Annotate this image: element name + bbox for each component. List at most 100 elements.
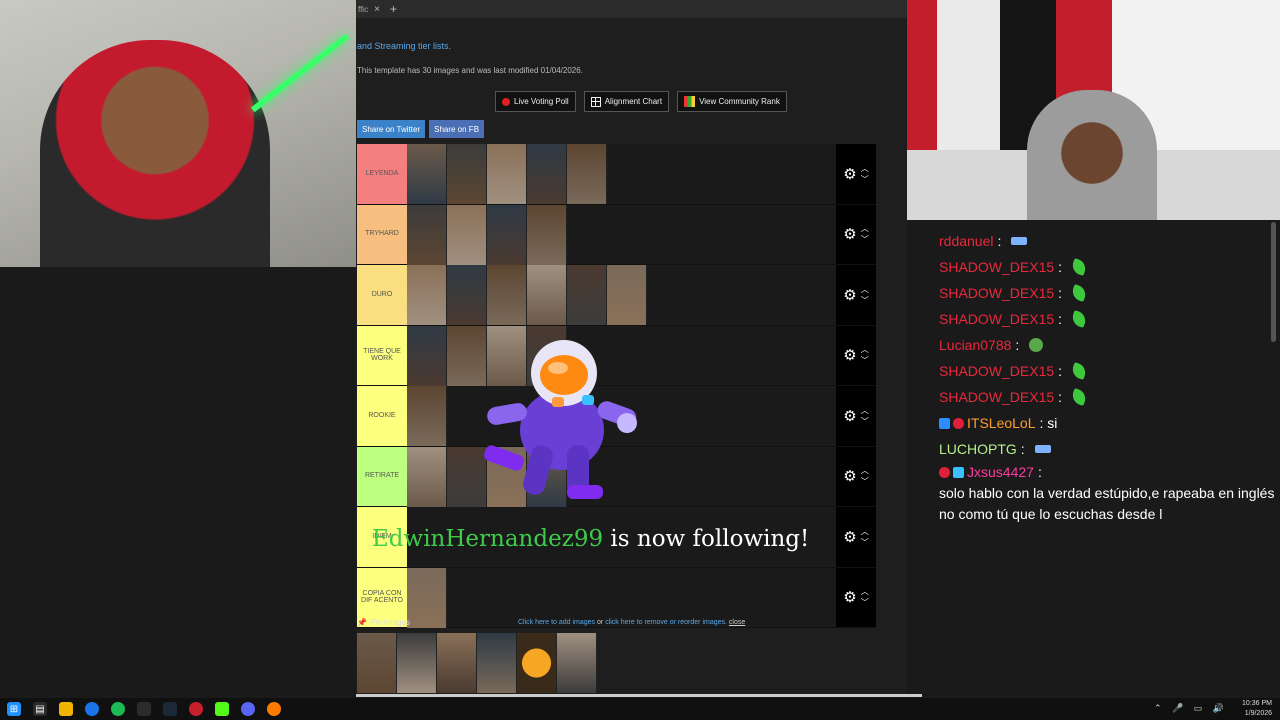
move-down-icon[interactable]: ﹀ xyxy=(861,416,869,427)
move-down-icon[interactable]: ﹀ xyxy=(861,295,869,306)
gear-icon[interactable]: ⚙ xyxy=(843,528,856,546)
share-twitter-button[interactable]: Share on Twitter xyxy=(357,120,426,138)
tier-image[interactable] xyxy=(487,265,527,325)
browser-tab[interactable]: ffic × xyxy=(358,4,380,15)
system-tray-icons[interactable]: ⌃ 🎤 ▭ 🔊 xyxy=(1154,703,1228,714)
start-icon[interactable]: ⊞ xyxy=(7,702,21,716)
pool-image[interactable] xyxy=(437,633,477,693)
steam-icon[interactable] xyxy=(163,702,177,716)
move-up-icon[interactable]: ︿ xyxy=(861,526,869,537)
move-up-icon[interactable]: ︿ xyxy=(861,405,869,416)
pool-image[interactable] xyxy=(397,633,437,693)
move-up-icon[interactable]: ︿ xyxy=(861,223,869,234)
pool-image[interactable] xyxy=(357,633,397,693)
gear-icon[interactable]: ⚙ xyxy=(843,225,856,243)
tier-image[interactable] xyxy=(447,144,487,204)
tab-close-icon[interactable]: × xyxy=(374,4,380,15)
tier-image[interactable] xyxy=(527,204,567,265)
tier-label[interactable]: ROOKIE xyxy=(357,386,407,446)
alert-message: is now following! xyxy=(610,526,810,552)
file-explorer-icon[interactable] xyxy=(59,702,73,716)
pool-image[interactable] xyxy=(477,633,517,693)
chat-scrollbar[interactable] xyxy=(1271,222,1276,342)
chat-username[interactable]: SHADOW_DEX15 xyxy=(939,285,1054,301)
tier-image[interactable] xyxy=(407,446,447,507)
tier-image[interactable] xyxy=(447,204,487,265)
chrome-icon[interactable] xyxy=(85,702,99,716)
tier-row: DURO ⚙ ︿ ﹀ xyxy=(357,265,876,326)
tier-label[interactable]: RETIRATE xyxy=(357,446,407,506)
move-down-icon[interactable]: ﹀ xyxy=(861,537,869,548)
pen-icon[interactable] xyxy=(137,702,151,716)
share-fb-button[interactable]: Share on FB xyxy=(429,120,485,138)
live-voting-poll-button[interactable]: Live Voting Poll xyxy=(495,91,576,112)
kick-icon[interactable] xyxy=(215,702,229,716)
pool-image[interactable] xyxy=(557,633,597,693)
horizontal-scrollbar[interactable] xyxy=(356,694,922,697)
move-up-icon[interactable]: ︿ xyxy=(861,163,869,174)
move-up-icon[interactable]: ︿ xyxy=(861,465,869,476)
tier-image[interactable] xyxy=(447,265,487,325)
tier-label[interactable]: TRYHARD xyxy=(357,204,407,264)
streaming-tier-link[interactable]: and Streaming tier lists. xyxy=(357,41,451,51)
move-down-icon[interactable]: ﹀ xyxy=(861,174,869,185)
obs-icon[interactable] xyxy=(189,702,203,716)
clock[interactable]: 10:36 PM 1/9/2026 xyxy=(1242,699,1272,719)
pin-images-toggle[interactable]: 📌 Pin Images xyxy=(357,618,410,627)
tier-image[interactable] xyxy=(567,265,607,325)
task-view-icon[interactable]: ▤ xyxy=(33,702,47,716)
tier-image[interactable] xyxy=(407,204,447,265)
chat-username[interactable]: LUCHOPTG xyxy=(939,441,1017,457)
share-buttons: Share on Twitter Share on FB xyxy=(357,120,485,138)
move-down-icon[interactable]: ﹀ xyxy=(861,597,869,608)
spotify-icon[interactable] xyxy=(111,702,125,716)
move-up-icon[interactable]: ︿ xyxy=(861,344,869,355)
tier-label[interactable]: LEYENDA xyxy=(357,144,407,204)
chat-username[interactable]: SHADOW_DEX15 xyxy=(939,259,1054,275)
tier-image[interactable] xyxy=(447,325,487,386)
discord-icon[interactable] xyxy=(241,702,255,716)
template-info: This template has 30 images and was last… xyxy=(357,66,583,75)
move-down-icon[interactable]: ﹀ xyxy=(861,355,869,366)
tier-image[interactable] xyxy=(407,265,447,325)
tier-image[interactable] xyxy=(407,144,447,204)
gear-icon[interactable]: ⚙ xyxy=(843,407,856,425)
chat-username[interactable]: Jxsus4427 xyxy=(967,462,1034,483)
tier-image[interactable] xyxy=(407,386,447,446)
reorder-images-link[interactable]: click here to remove or reorder images. xyxy=(605,619,727,626)
tier-label[interactable]: DURO xyxy=(357,265,407,325)
tier-image[interactable] xyxy=(567,144,607,204)
tier-label[interactable]: TIENE QUE WORK xyxy=(357,325,407,385)
gear-icon[interactable]: ⚙ xyxy=(843,588,856,606)
chat-username[interactable]: rddanuel xyxy=(939,233,994,249)
alignment-chart-button[interactable]: Alignment Chart xyxy=(583,91,670,112)
gear-icon[interactable]: ⚙ xyxy=(843,467,856,485)
firefox-icon[interactable] xyxy=(267,702,281,716)
chat-username[interactable]: ITSLeoLoL xyxy=(967,415,1036,431)
tier-image[interactable] xyxy=(447,446,487,507)
gear-icon[interactable]: ⚙ xyxy=(843,165,856,183)
community-rank-button[interactable]: View Community Rank xyxy=(677,91,787,112)
move-up-icon[interactable]: ︿ xyxy=(861,284,869,295)
tier-image[interactable] xyxy=(527,144,567,204)
gear-icon[interactable]: ⚙ xyxy=(843,346,856,364)
tier-image[interactable] xyxy=(407,567,447,628)
tier-image[interactable] xyxy=(527,265,567,325)
chat-username[interactable]: SHADOW_DEX15 xyxy=(939,311,1054,327)
move-down-icon[interactable]: ﹀ xyxy=(861,234,869,245)
chat-username[interactable]: SHADOW_DEX15 xyxy=(939,389,1054,405)
tier-image[interactable] xyxy=(407,325,447,386)
chat-username[interactable]: SHADOW_DEX15 xyxy=(939,363,1054,379)
chat-username[interactable]: Lucian0788 xyxy=(939,337,1011,353)
new-tab-icon[interactable]: + xyxy=(390,2,397,16)
gear-icon[interactable]: ⚙ xyxy=(843,286,856,304)
close-link[interactable]: close xyxy=(729,619,745,626)
tier-image[interactable] xyxy=(607,265,647,325)
move-up-icon[interactable]: ︿ xyxy=(861,586,869,597)
move-down-icon[interactable]: ﹀ xyxy=(861,476,869,487)
pool-image[interactable] xyxy=(517,633,557,693)
add-images-link[interactable]: Click here to add images xyxy=(518,619,595,626)
tier-images xyxy=(407,265,836,325)
tier-image[interactable] xyxy=(487,144,527,204)
tier-image[interactable] xyxy=(487,204,527,265)
